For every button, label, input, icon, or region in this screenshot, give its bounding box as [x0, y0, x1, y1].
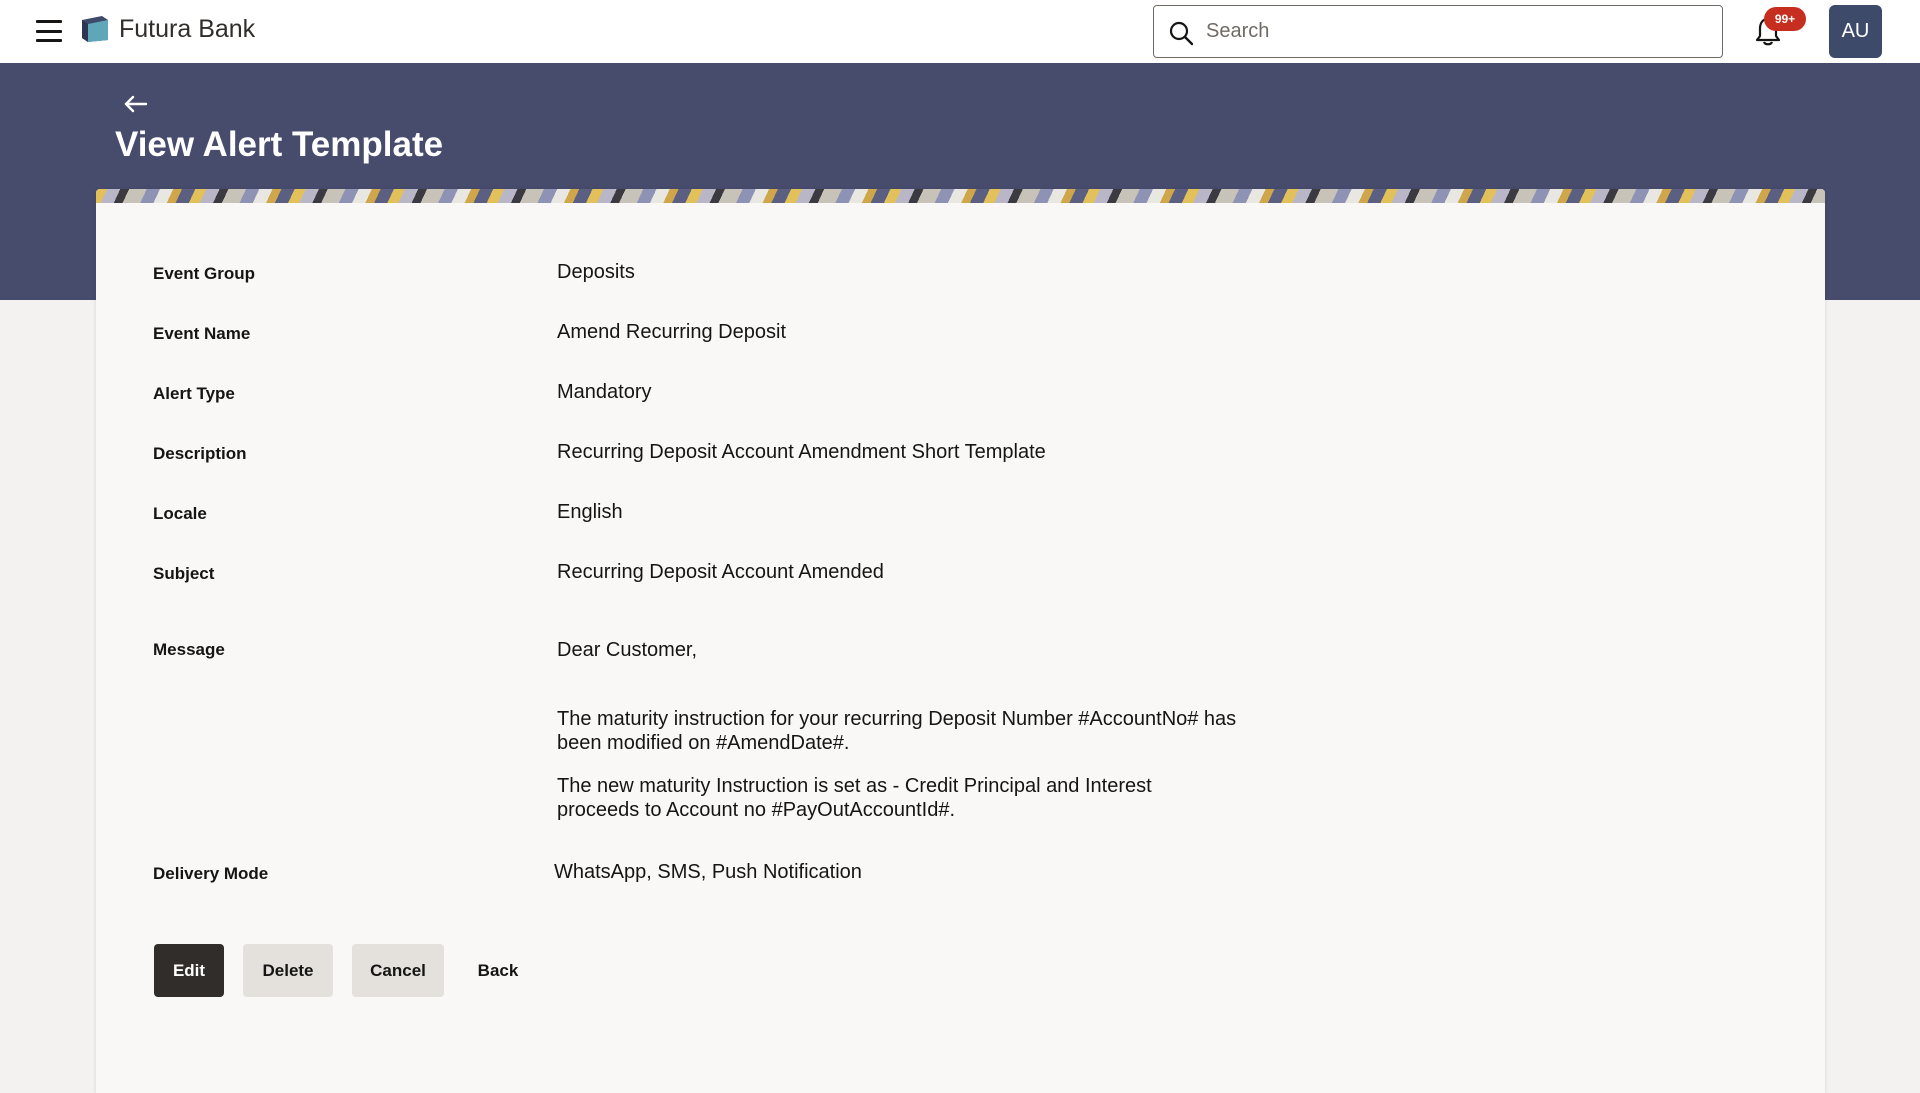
- brand-name: Futura Bank: [119, 15, 256, 43]
- menu-icon[interactable]: [36, 20, 62, 42]
- event-group-label: Event Group: [153, 264, 256, 283]
- template-details-card: Event Group Deposits Event Name Amend Re…: [96, 189, 1825, 1093]
- search-box[interactable]: [1153, 5, 1723, 58]
- back-arrow-icon[interactable]: [122, 92, 150, 116]
- search-icon: [1169, 21, 1194, 46]
- message-paragraph: The maturity instruction for your recurr…: [557, 708, 1237, 754]
- message-label: Message: [153, 640, 225, 659]
- decorative-strip: [96, 189, 1825, 203]
- user-avatar[interactable]: AU: [1829, 5, 1882, 58]
- event-name-label: Event Name: [153, 324, 251, 343]
- page-title: View Alert Template: [115, 125, 444, 164]
- alert-type-value: Mandatory: [557, 381, 652, 403]
- cancel-button[interactable]: Cancel: [352, 944, 444, 997]
- back-button[interactable]: Back: [466, 944, 530, 997]
- locale-value: English: [557, 501, 623, 523]
- subject-value: Recurring Deposit Account Amended: [557, 561, 884, 583]
- delivery-mode-value: WhatsApp, SMS, Push Notification: [554, 861, 862, 883]
- bank-logo-icon: [82, 16, 108, 42]
- description-value: Recurring Deposit Account Amendment Shor…: [557, 441, 1046, 463]
- top-bar: Futura Bank 99+ AU: [0, 0, 1920, 63]
- message-paragraph: The new maturity Instruction is set as -…: [557, 775, 1152, 821]
- description-label: Description: [153, 444, 247, 463]
- delete-button[interactable]: Delete: [243, 944, 333, 997]
- alert-type-label: Alert Type: [153, 384, 235, 403]
- delivery-mode-label: Delivery Mode: [153, 864, 269, 883]
- edit-button[interactable]: Edit: [154, 944, 224, 997]
- search-input[interactable]: [1206, 6, 1706, 57]
- event-name-value: Amend Recurring Deposit: [557, 321, 786, 343]
- notification-badge: 99+: [1764, 7, 1806, 31]
- locale-label: Locale: [153, 504, 207, 523]
- message-greeting: Dear Customer,: [557, 639, 698, 661]
- event-group-value: Deposits: [557, 261, 635, 283]
- subject-label: Subject: [153, 564, 215, 583]
